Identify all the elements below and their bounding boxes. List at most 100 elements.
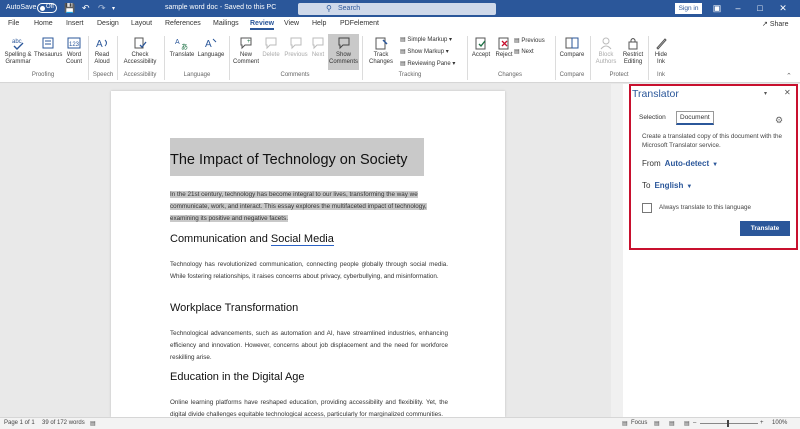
from-language-select[interactable]: From Auto-detect ▼ (642, 159, 718, 168)
tab-help[interactable]: Help (312, 20, 326, 27)
tab-selection[interactable]: Selection (639, 114, 666, 121)
focus-label[interactable]: Focus (631, 420, 647, 426)
tab-layout[interactable]: Layout (131, 20, 152, 27)
group-speech-label: Speech (92, 72, 114, 78)
zoom-slider[interactable] (700, 423, 758, 424)
group-changes-label: Changes (497, 72, 523, 78)
maximize-icon[interactable]: □ (752, 1, 768, 15)
simple-markup-label: Simple Markup (407, 37, 448, 43)
autosave-toggle[interactable]: Off (37, 3, 57, 13)
accept-label: Accept (471, 52, 491, 58)
pane-options-icon[interactable]: ▾ (764, 90, 767, 97)
restrict-editing-button[interactable]: Restrict Editing (620, 36, 646, 66)
tab-mailings[interactable]: Mailings (213, 20, 239, 27)
previous-change-button[interactable]: ▤ Previous (514, 37, 545, 44)
close-icon[interactable]: ✕ (775, 1, 791, 15)
thesaurus-button[interactable]: Thesaurus (34, 36, 62, 59)
zoom-slider-handle[interactable] (727, 420, 729, 427)
customize-qat-icon[interactable]: ▾ (112, 5, 115, 12)
section-heading[interactable]: Workplace Transformation (170, 302, 298, 314)
focus-icon[interactable]: ▤ (622, 420, 628, 427)
undo-icon[interactable]: ↶ (82, 3, 90, 14)
thesaurus-label: Thesaurus (34, 52, 63, 58)
section-heading[interactable]: Education in the Digital Age (170, 371, 305, 383)
read-aloud-button[interactable]: A Read Aloud (91, 36, 113, 66)
track-changes-button[interactable]: Track Changes (366, 36, 396, 66)
zoom-level[interactable]: 100% (772, 420, 787, 426)
delete-comment-icon (265, 37, 277, 50)
document-canvas[interactable]: The Impact of Technology on Society In t… (0, 84, 623, 417)
block-authors-icon (600, 37, 612, 50)
from-value: Auto-detect (664, 159, 710, 168)
tab-review[interactable]: Review (250, 20, 275, 30)
delete-comment-button[interactable]: Delete (260, 36, 282, 59)
translate-icon: Aあ (175, 39, 188, 50)
section-paragraph[interactable]: Online learning platforms have reshaped … (170, 397, 448, 417)
show-comments-button[interactable]: Show Comments (328, 34, 359, 70)
zoom-in-icon[interactable]: + (760, 420, 764, 426)
proofing-status-icon[interactable]: ▤ (90, 420, 96, 427)
group-separator (164, 36, 165, 80)
intro-paragraph[interactable]: In the 21st century, technology has beco… (170, 189, 448, 225)
tab-home[interactable]: Home (34, 20, 53, 27)
close-pane-icon[interactable]: ✕ (784, 88, 791, 97)
read-mode-icon[interactable]: ▤ (654, 420, 660, 427)
translate-submit-button[interactable]: Translate (740, 221, 790, 236)
reviewing-pane-button[interactable]: ▤ Reviewing Pane ▾ (400, 60, 455, 67)
redo-icon[interactable]: ↷ (98, 3, 106, 14)
reject-button[interactable]: Reject (493, 36, 515, 59)
section-paragraph[interactable]: Technology has revolutionized communicat… (170, 259, 448, 283)
collapse-ribbon-icon[interactable]: ⌃ (786, 72, 792, 80)
tab-document[interactable]: Document (676, 111, 714, 125)
show-markup-button[interactable]: ▤ Show Markup ▾ (400, 48, 449, 55)
language-button[interactable]: A Language (197, 36, 225, 59)
autosave-state: Off (46, 4, 54, 10)
group-separator (648, 36, 649, 80)
word-count[interactable]: 39 of 172 words (42, 420, 85, 426)
tab-view[interactable]: View (284, 20, 299, 27)
search-input[interactable]: ⚲ Search (298, 3, 496, 15)
section-heading[interactable]: Communication and Social Media (170, 233, 334, 246)
heading-text: Communication and (170, 233, 271, 245)
group-tracking-label: Tracking (398, 72, 422, 78)
simple-markup-select[interactable]: ▤ Simple Markup ▾ (400, 36, 452, 43)
compare-label: Compare (559, 52, 585, 58)
translate-button[interactable]: Aあ Translate (168, 36, 196, 59)
section-paragraph[interactable]: Technological advancements, such as auto… (170, 328, 448, 364)
signin-button[interactable]: Sign in (675, 3, 702, 14)
document-page[interactable]: The Impact of Technology on Society In t… (111, 91, 505, 417)
share-button[interactable]: ↗ Share (762, 20, 789, 28)
page-count[interactable]: Page 1 of 1 (4, 420, 35, 426)
to-language-select[interactable]: To English ▼ (642, 181, 692, 190)
tab-insert[interactable]: Insert (66, 20, 84, 27)
next-comment-button[interactable]: Next (309, 36, 327, 59)
save-icon[interactable]: 💾 (64, 3, 75, 14)
block-authors-button[interactable]: Block Authors (593, 36, 619, 66)
accept-button[interactable]: Accept (470, 36, 492, 59)
hide-ink-label: Hide Ink (654, 52, 668, 65)
tab-design[interactable]: Design (97, 20, 119, 27)
group-separator (555, 36, 556, 80)
minimize-icon[interactable]: – (730, 1, 746, 15)
zoom-out-icon[interactable]: – (693, 420, 696, 426)
spelling-grammar-button[interactable]: abc Spelling & Grammar (3, 36, 33, 66)
always-translate-checkbox[interactable] (642, 203, 652, 213)
document-heading[interactable]: The Impact of Technology on Society (170, 138, 424, 176)
web-layout-icon[interactable]: ▤ (684, 420, 690, 427)
check-accessibility-button[interactable]: Check Accessibility (120, 36, 160, 66)
word-count-button[interactable]: 123 Word Count (63, 36, 85, 66)
gear-icon[interactable]: ⚙ (775, 115, 783, 126)
tab-pdfelement[interactable]: PDFelement (340, 20, 379, 27)
group-accessibility-label: Accessibility (123, 72, 157, 78)
print-layout-icon[interactable]: ▤ (669, 420, 675, 427)
compare-button[interactable]: Compare (558, 36, 586, 59)
tab-references[interactable]: References (165, 20, 201, 27)
hide-ink-button[interactable]: Hide Ink (651, 36, 671, 66)
tab-file[interactable]: File (8, 20, 19, 27)
new-comment-button[interactable]: + New Comment (232, 36, 260, 66)
intro-line: In the 21st century, technology has beco… (170, 191, 418, 198)
previous-comment-button[interactable]: Previous (283, 36, 309, 59)
vertical-scrollbar[interactable] (611, 84, 623, 417)
next-change-button[interactable]: ▤ Next (514, 48, 534, 55)
ribbon-display-icon[interactable]: ▣ (709, 1, 725, 15)
